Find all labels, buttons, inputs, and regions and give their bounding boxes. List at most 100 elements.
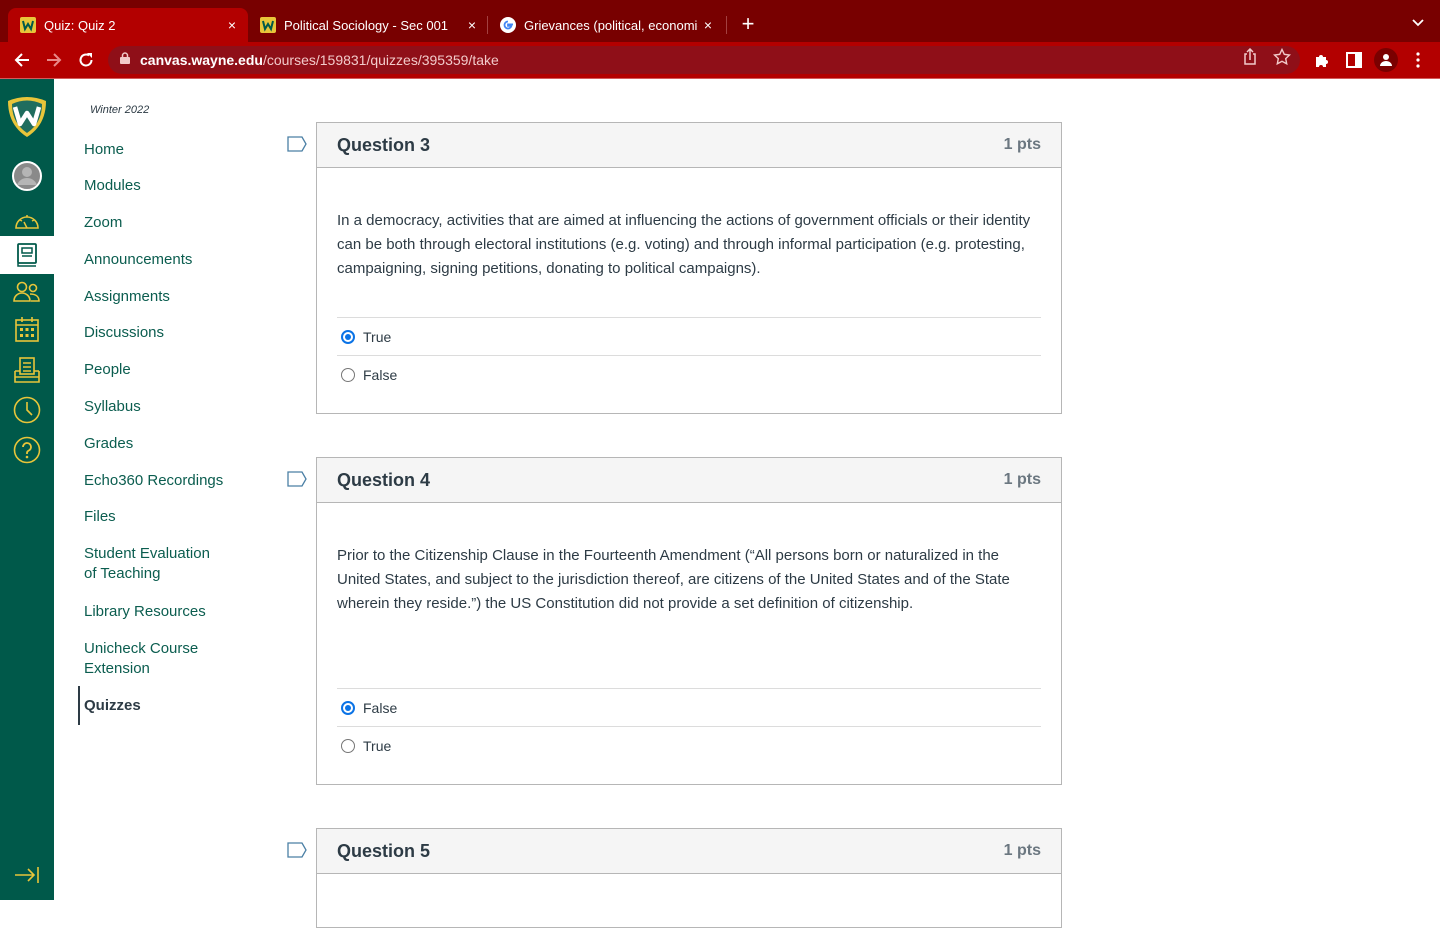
tab-political-sociology[interactable]: Political Sociology - Sec 001 ×	[248, 8, 488, 42]
term-label: Winter 2022	[90, 104, 150, 116]
inbox-nav[interactable]	[0, 351, 54, 389]
profile-avatar-icon[interactable]	[1374, 48, 1398, 72]
radio-selected[interactable]	[341, 700, 355, 715]
forward-button[interactable]	[42, 48, 66, 72]
calendar-nav[interactable]	[0, 310, 54, 348]
tab-quiz[interactable]: Quiz: Quiz 2 ×	[8, 8, 248, 42]
browser-toolbar: canvas.wayne.edu/courses/159831/quizzes/…	[0, 42, 1440, 78]
radio-unselected[interactable]	[341, 367, 355, 382]
url-text: canvas.wayne.edu/courses/159831/quizzes/…	[140, 52, 499, 68]
address-bar[interactable]: canvas.wayne.edu/courses/159831/quizzes/…	[108, 46, 1300, 74]
close-tab-icon[interactable]: ×	[222, 17, 242, 33]
question-text: In a democracy, activities that are aime…	[337, 212, 1031, 277]
answer-option[interactable]: False	[337, 355, 1041, 393]
course-nav-people[interactable]: People	[84, 360, 131, 380]
course-nav-syllabus[interactable]: Syllabus	[84, 397, 141, 417]
flag-question-3-icon[interactable]	[287, 136, 307, 152]
tab-title: Grievances (political, economic	[524, 17, 698, 33]
extensions-puzzle-icon[interactable]	[1310, 48, 1334, 72]
question-title: Question 5	[337, 840, 431, 861]
course-nav-zoom[interactable]: Zoom	[84, 213, 122, 233]
course-nav-unicheck[interactable]: Unicheck Course Extension	[84, 639, 198, 679]
nav-label-line: Student Evaluation	[84, 545, 210, 562]
course-nav-announcements[interactable]: Announcements	[84, 250, 192, 270]
radio-selected[interactable]	[341, 329, 355, 344]
inbox-icon	[14, 357, 40, 383]
course-nav-home[interactable]: Home	[84, 140, 124, 160]
back-arrow-icon	[14, 53, 29, 67]
course-nav-echo360[interactable]: Echo360 Recordings	[84, 471, 223, 491]
collapse-nav-button[interactable]	[0, 856, 54, 894]
share-icon[interactable]	[1242, 47, 1258, 71]
flag-question-5-icon[interactable]	[287, 842, 307, 858]
google-icon	[500, 17, 516, 33]
question-title: Question 3	[337, 134, 431, 155]
tab-grievances[interactable]: Grievances (political, economic ×	[488, 8, 724, 42]
question-header: Question 5 1 pts	[317, 829, 1061, 874]
answer-label: False	[363, 699, 398, 716]
question-4: Question 4 1 pts Prior to the Citizenshi…	[316, 457, 1062, 785]
side-panel-icon[interactable]	[1342, 48, 1366, 72]
nav-label-line: Extension	[84, 660, 150, 677]
answer-option[interactable]: True	[337, 317, 1041, 355]
url-path: /courses/159831/quizzes/395359/take	[262, 52, 499, 68]
wayne-state-shield-icon	[8, 97, 46, 137]
account-avatar[interactable]	[0, 157, 54, 195]
dashboard-speedometer-icon	[15, 215, 39, 229]
answer-label: True	[363, 737, 392, 754]
global-navigation	[0, 79, 54, 900]
course-nav-modules[interactable]: Modules	[84, 176, 141, 196]
answer-option[interactable]: True	[337, 726, 1041, 764]
back-button[interactable]	[10, 48, 34, 72]
course-nav-quizzes[interactable]: Quizzes	[84, 696, 141, 716]
tab-title: Quiz: Quiz 2	[44, 17, 116, 33]
question-points: 1 pts	[1003, 471, 1041, 488]
reload-icon	[79, 53, 93, 67]
active-indicator	[78, 686, 80, 725]
answer-label: True	[363, 328, 392, 345]
nav-label-line: Unicheck Course	[84, 640, 199, 657]
reload-button[interactable]	[74, 48, 98, 72]
browser-menu-icon[interactable]	[1406, 48, 1430, 72]
tab-separator	[726, 16, 727, 34]
question-points: 1 pts	[1003, 842, 1041, 859]
help-nav[interactable]	[0, 431, 54, 469]
course-nav-discussions[interactable]: Discussions	[84, 323, 164, 343]
course-nav-library-resources[interactable]: Library Resources	[84, 602, 206, 622]
wayne-state-logo[interactable]	[0, 91, 54, 141]
dashboard-nav[interactable]	[0, 201, 54, 239]
lock-icon[interactable]	[120, 51, 130, 69]
course-nav-assignments[interactable]: Assignments	[84, 287, 170, 307]
course-nav-files[interactable]: Files	[84, 507, 116, 527]
wayne-state-icon	[20, 17, 36, 33]
question-header: Question 3 1 pts	[317, 123, 1061, 168]
close-tab-icon[interactable]: ×	[698, 17, 718, 33]
answer-label: False	[363, 366, 398, 383]
answer-option[interactable]: False	[337, 688, 1041, 726]
history-nav[interactable]	[0, 391, 54, 429]
close-tab-icon[interactable]: ×	[462, 17, 482, 33]
question-text: Prior to the Citizenship Clause in the F…	[337, 547, 1010, 612]
user-avatar-icon	[12, 161, 42, 191]
question-points: 1 pts	[1003, 136, 1041, 153]
groups-nav[interactable]	[0, 273, 54, 311]
groups-people-icon	[13, 281, 40, 302]
flag-question-4-icon[interactable]	[287, 471, 307, 487]
tab-search-chevron-icon[interactable]	[1412, 14, 1424, 32]
answer-list: True False	[337, 317, 1041, 393]
question-3: Question 3 1 pts In a democracy, activit…	[316, 122, 1062, 414]
collapse-arrow-icon	[15, 867, 39, 883]
new-tab-button[interactable]: +	[738, 12, 758, 36]
question-header: Question 4 1 pts	[317, 458, 1061, 503]
question-5: Question 5 1 pts	[316, 828, 1062, 928]
url-host: canvas.wayne.edu	[140, 52, 263, 68]
courses-nav[interactable]	[0, 236, 54, 274]
radio-unselected[interactable]	[341, 738, 355, 753]
course-nav-grades[interactable]: Grades	[84, 434, 133, 454]
bookmark-star-icon[interactable]	[1272, 47, 1292, 71]
help-question-icon	[13, 436, 41, 464]
course-nav-student-evaluation[interactable]: Student Evaluation of Teaching	[84, 544, 210, 584]
chrome-divider	[0, 78, 1440, 79]
forward-arrow-icon	[47, 53, 62, 67]
question-title: Question 4	[337, 469, 431, 490]
